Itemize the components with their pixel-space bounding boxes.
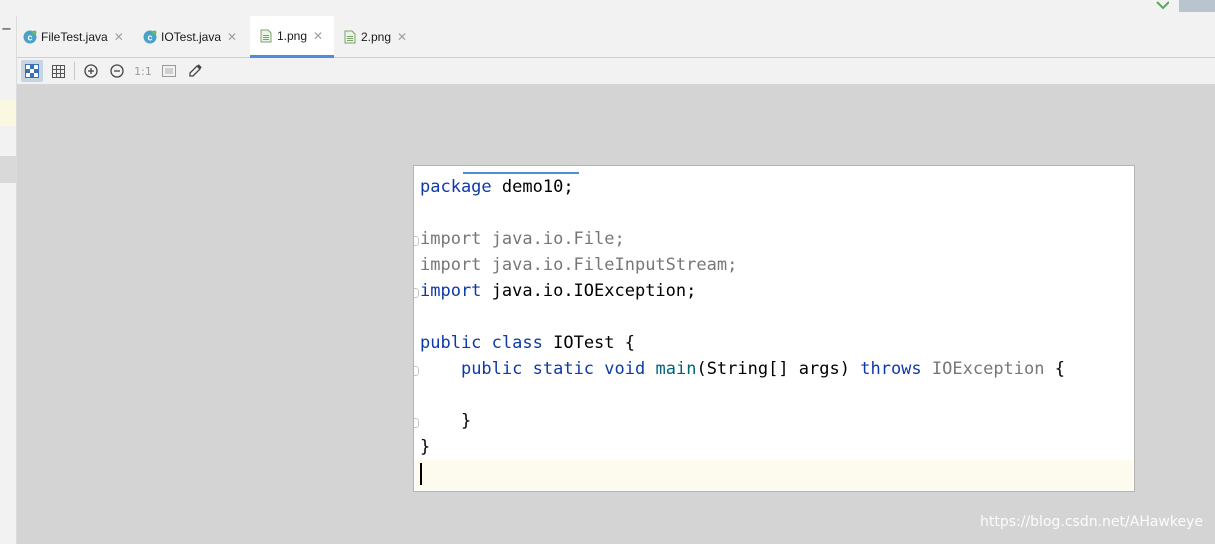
tab-label: FileTest.java (41, 30, 108, 44)
text-caret (420, 463, 422, 485)
package-name: demo10; (501, 177, 574, 197)
close-icon[interactable]: ✕ (397, 30, 407, 44)
close-icon[interactable]: ✕ (227, 30, 237, 44)
image-file-icon (259, 29, 273, 43)
keyword: package (420, 177, 492, 197)
java-class-icon: c (143, 30, 157, 44)
tab-label: IOTest.java (161, 30, 222, 44)
actual-size-button[interactable]: 1:1 (132, 60, 154, 82)
svg-text:c: c (27, 33, 32, 43)
import-path: java.io.FileInputStream; (491, 255, 738, 275)
brace: } (460, 411, 472, 431)
zoom-in-icon[interactable] (80, 60, 102, 82)
fold-marker (414, 366, 419, 376)
zoom-out-icon[interactable] (106, 60, 128, 82)
tab-1-png[interactable]: 1.png ✕ (250, 16, 334, 58)
fold-marker (414, 418, 419, 428)
checkmark-icon (1156, 1, 1169, 10)
toolbar-separator (74, 62, 75, 80)
exception-type: IOException (931, 359, 1045, 379)
tab-label: 1.png (277, 28, 308, 43)
code-text: package demo10; import java.io.File; imp… (420, 174, 1065, 460)
grid-icon[interactable] (47, 60, 69, 82)
keyword: import (420, 255, 482, 275)
tab-label: 2.png (361, 30, 392, 44)
project-panel-edge: − (0, 16, 17, 544)
keyword: throws (860, 359, 922, 379)
displayed-image: package demo10; import java.io.File; imp… (413, 165, 1135, 492)
close-icon[interactable]: ✕ (114, 30, 124, 44)
window-corner-button[interactable] (1179, 0, 1215, 12)
fold-marker (414, 236, 419, 246)
color-picker-icon[interactable] (184, 60, 206, 82)
image-file-icon (343, 30, 357, 44)
keyword: class (491, 333, 543, 353)
class-decl: IOTest { (553, 333, 635, 353)
selected-row-highlight (0, 100, 16, 126)
tab-filetest-java[interactable]: c FileTest.java ✕ (23, 16, 132, 58)
import-path: java.io.File; (491, 229, 625, 249)
editor-tab-bar: c FileTest.java ✕ c IOTest.java ✕ 1.png … (17, 16, 1215, 58)
keyword: import (420, 281, 482, 301)
title-strip (0, 0, 1215, 16)
brace: } (420, 437, 431, 457)
close-icon[interactable]: ✕ (313, 29, 323, 43)
collapse-icon[interactable]: − (1, 23, 12, 36)
brace: { (1054, 359, 1065, 379)
keyword: public (460, 359, 523, 379)
fit-window-icon[interactable] (158, 60, 180, 82)
tab-2-png[interactable]: 2.png ✕ (343, 16, 415, 58)
current-line-highlight (415, 460, 1133, 490)
import-path: java.io.IOException; (491, 281, 697, 301)
keyword: public (420, 333, 482, 353)
keyword: import (420, 229, 482, 249)
tab-iotest-java[interactable]: c IOTest.java ✕ (143, 16, 245, 58)
keyword: static (532, 359, 595, 379)
method-name: main (655, 359, 697, 379)
hover-row-highlight (0, 156, 16, 183)
watermark: https://blog.csdn.net/AHawkeye (979, 514, 1203, 530)
method-params: (String[] args) (696, 359, 850, 379)
fold-marker (414, 288, 419, 298)
image-viewer-window: − c FileTest.java ✕ c IOTest.java ✕ 1.pn… (0, 0, 1215, 544)
chessboard-icon[interactable] (21, 60, 43, 82)
java-class-icon: c (23, 30, 37, 44)
svg-text:c: c (147, 33, 152, 43)
keyword: void (604, 359, 646, 379)
image-toolbar: 1:1 (17, 58, 1215, 85)
